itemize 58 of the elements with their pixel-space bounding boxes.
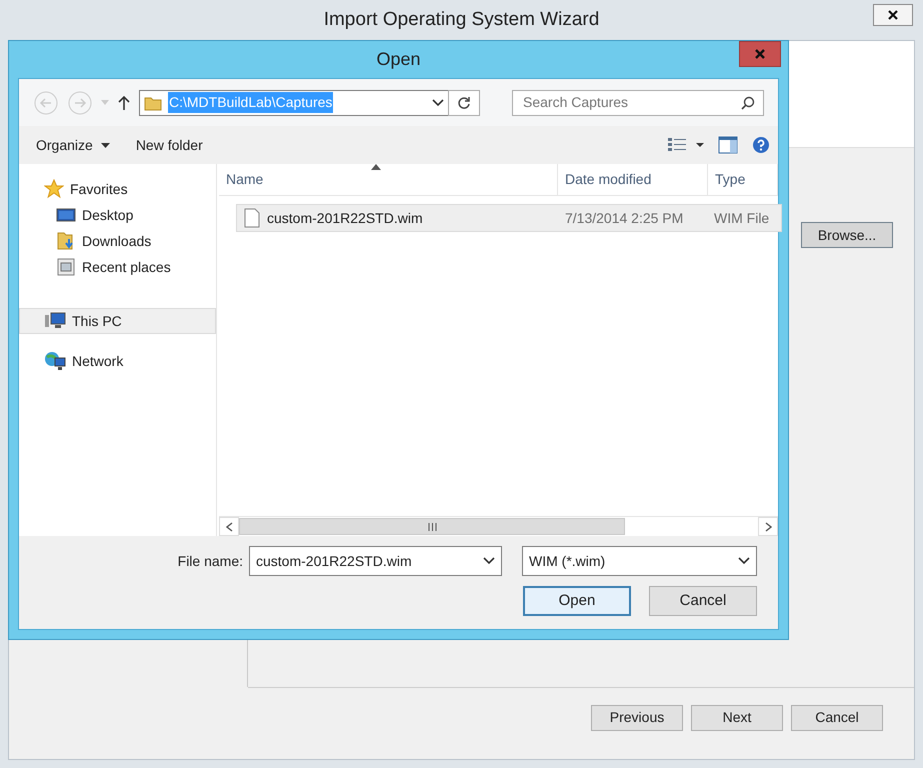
wizard-button[interactable]: Cancel [791, 704, 883, 730]
file-name: custom-201R22STD.wim [267, 208, 423, 228]
column-header[interactable]: Type [708, 164, 778, 195]
nav-item[interactable]: Network [19, 348, 216, 374]
search-field[interactable]: Search Captures [512, 90, 764, 116]
network-icon [44, 351, 66, 371]
close-button[interactable] [873, 4, 913, 26]
column-header[interactable]: Date modified [558, 164, 708, 195]
file-icon [244, 208, 260, 228]
nav-item[interactable]: Favorites [19, 176, 216, 202]
nav-item[interactable]: Downloads [19, 228, 216, 254]
recent-places-icon [56, 257, 76, 277]
wizard-button[interactable]: Next [691, 704, 783, 730]
desktop-icon [56, 207, 76, 223]
file-type-dropdown[interactable]: WIM (*.wim) [522, 546, 757, 576]
nav-item[interactable]: Recent places [19, 254, 216, 280]
nav-item[interactable]: This PC [19, 308, 216, 334]
nav-item[interactable]: Desktop [19, 202, 216, 228]
up-arrow-icon[interactable] [117, 94, 131, 110]
organize-menu[interactable]: Organize [36, 134, 110, 156]
browse-button[interactable]: Browse... [801, 222, 893, 248]
wizard-button[interactable]: Previous [591, 704, 683, 730]
refresh-button[interactable] [448, 90, 480, 116]
file-name-field[interactable]: custom-201R22STD.wim [249, 546, 502, 576]
nav-item-label: Network [72, 352, 124, 370]
nav-item-label: Recent places [82, 258, 171, 277]
dialog-button[interactable]: Open [523, 586, 631, 616]
search-input[interactable]: Search Captures [521, 91, 741, 114]
scrollbar-thumb[interactable] [239, 518, 625, 535]
window-title: Import Operating System Wizard [324, 8, 600, 32]
toolbar-button[interactable]: New folder [136, 134, 203, 156]
dialog-button[interactable]: Cancel [649, 586, 757, 616]
nav-item-label: Favorites [70, 180, 128, 198]
chevron-icon[interactable] [483, 557, 495, 565]
nav-item-label: Downloads [82, 232, 152, 250]
dialog-title: Open [376, 48, 421, 71]
scroll-left-icon[interactable] [226, 522, 232, 532]
help-icon[interactable] [752, 136, 770, 154]
horizontal-scrollbar[interactable] [219, 516, 778, 536]
column-header[interactable]: Name [219, 164, 558, 195]
search-icon [741, 96, 755, 110]
refresh-icon [457, 96, 471, 110]
close-icon [754, 48, 766, 60]
preview-pane-icon[interactable] [718, 136, 738, 154]
scroll-right-icon[interactable] [764, 522, 772, 532]
file-row[interactable]: custom-201R22STD.wim 7/13/2014 2:25 PM WIM File [236, 204, 782, 232]
date-cell-text: 7/13/2014 2:25 PM [564, 208, 684, 228]
nav-item-label: This PC [72, 312, 122, 330]
star-icon [44, 179, 64, 199]
view-options-icon[interactable] [668, 137, 704, 153]
computer-icon [44, 312, 66, 330]
nav-item-label: Desktop [82, 206, 134, 225]
chevron-icon[interactable] [432, 98, 444, 106]
chevron-icon[interactable] [738, 557, 750, 565]
caret-icon [100, 142, 110, 148]
type-cell-text: WIM File [713, 208, 770, 228]
file-name-label: File name: [178, 552, 243, 570]
close-icon [887, 9, 899, 21]
